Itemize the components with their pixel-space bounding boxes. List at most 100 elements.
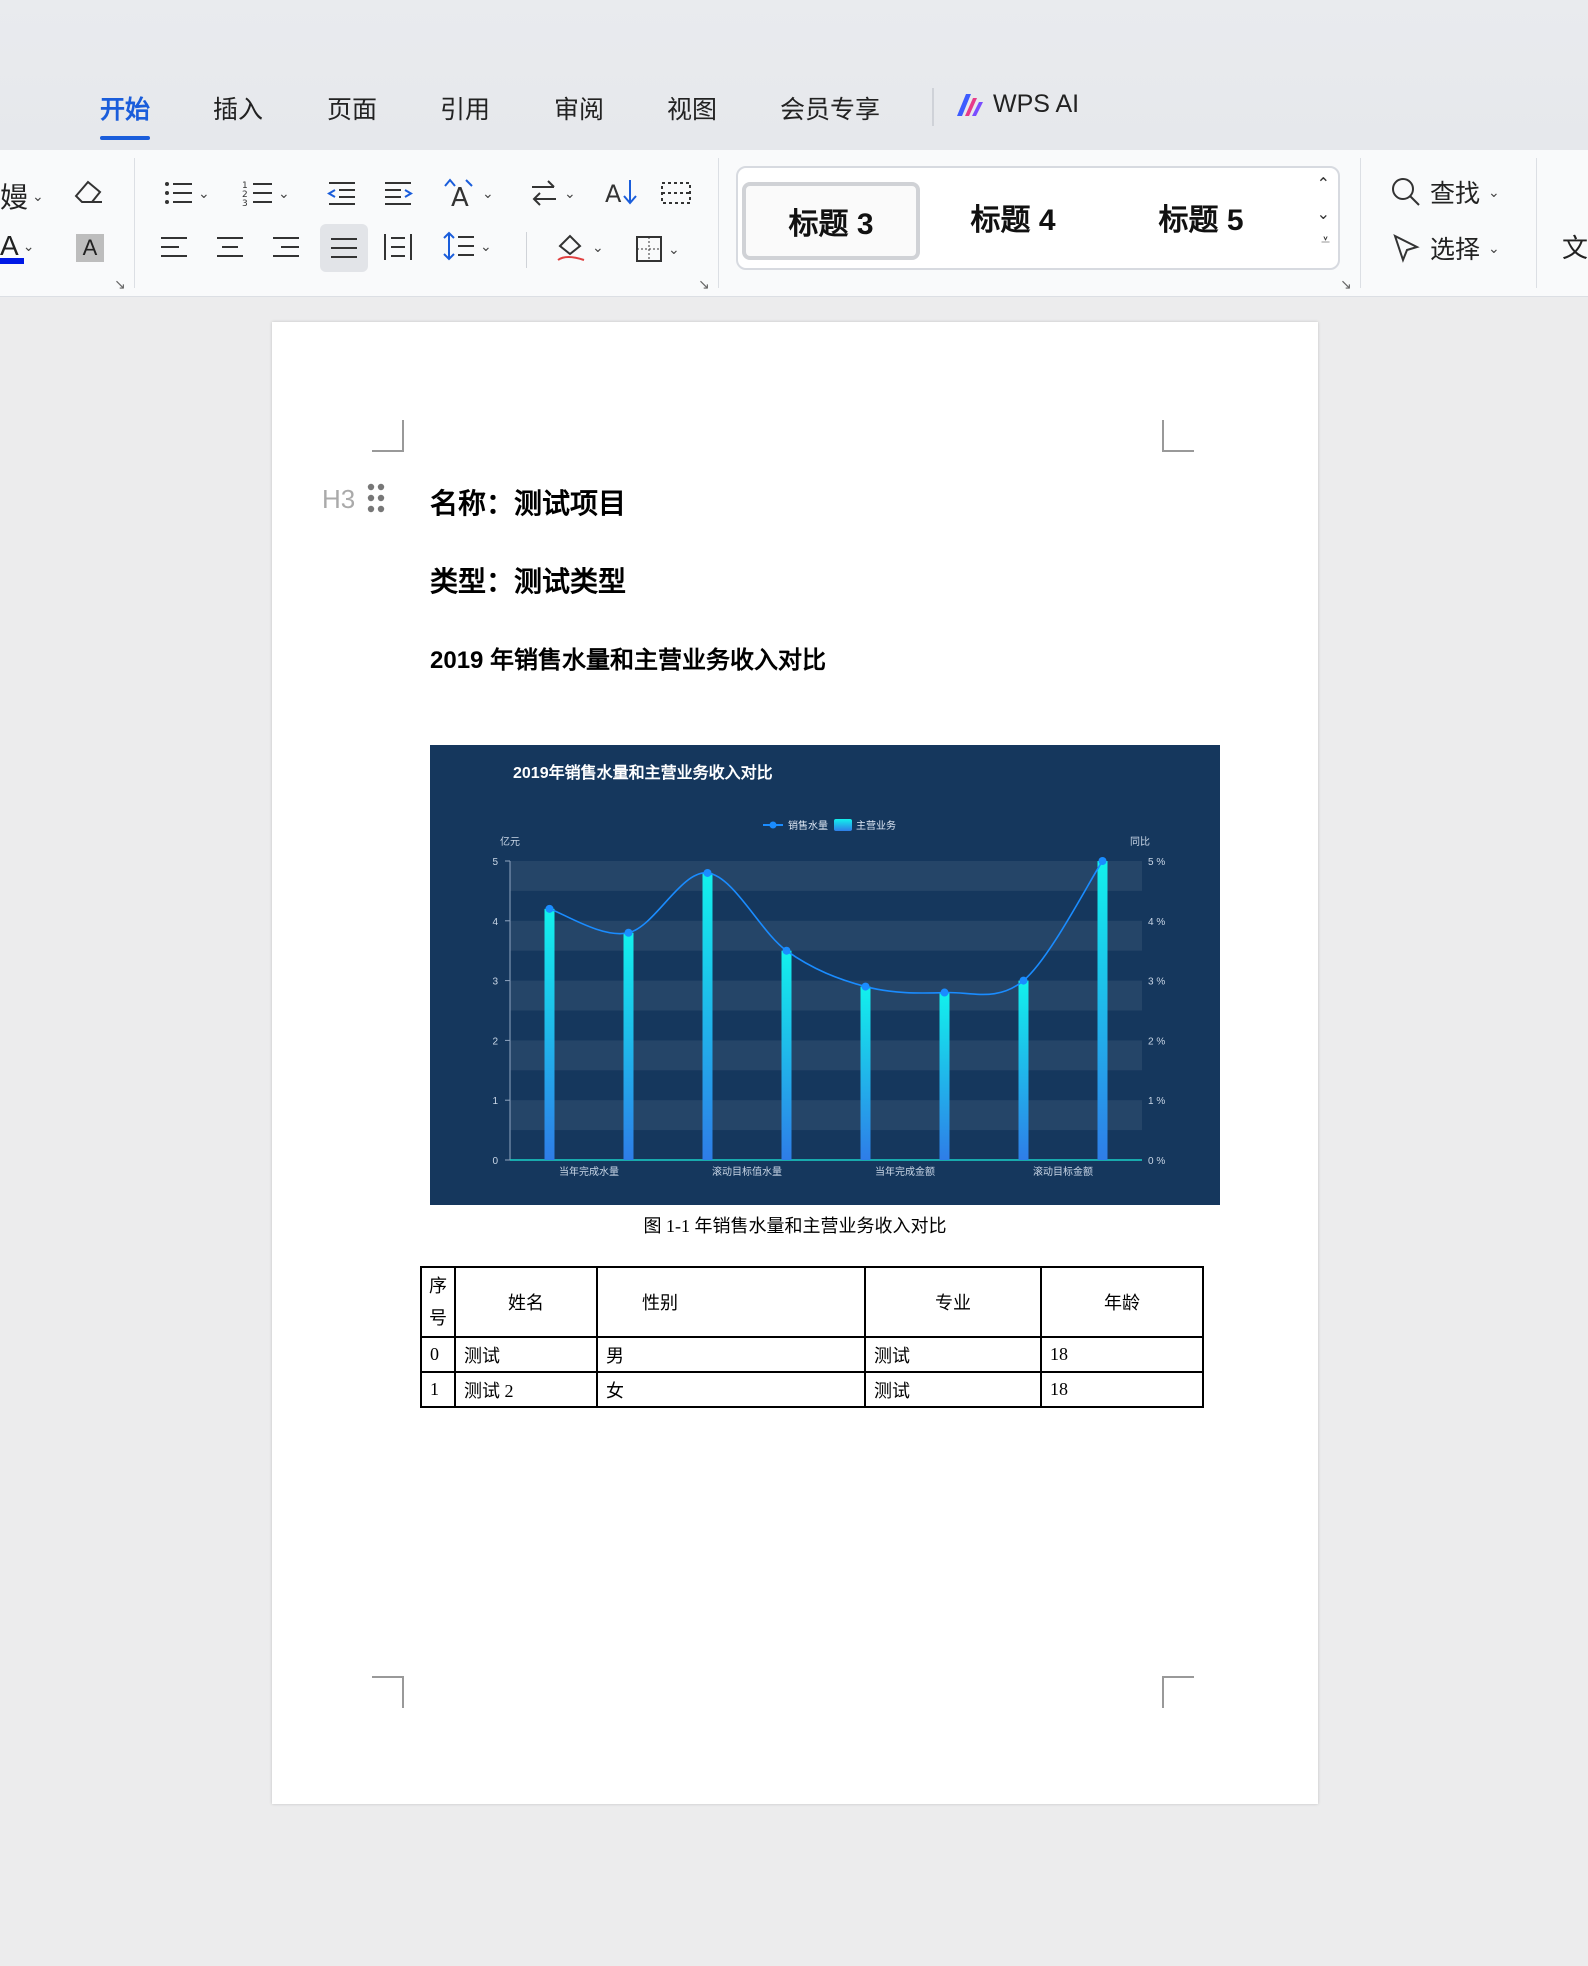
justify-button[interactable] — [320, 224, 368, 272]
table-cell: 男 — [596, 1336, 866, 1373]
chevron-down-icon: ⌄ — [592, 238, 604, 255]
grid-band — [510, 861, 1142, 891]
gallery-expand-icon[interactable]: ⩡ — [1321, 232, 1330, 250]
table-cell: 测试 — [864, 1336, 1042, 1373]
table-cell: 18 — [1040, 1371, 1204, 1408]
justify-icon — [331, 238, 357, 258]
tab-divider — [932, 88, 934, 126]
legend-bar-swatch — [834, 819, 852, 831]
y-left-tick-label: 2 — [492, 1036, 498, 1047]
chevron-down-icon: ⌄ — [564, 184, 576, 201]
grid-band — [510, 1011, 1142, 1041]
table-row: 1 测试 2 女 测试 18 — [420, 1371, 1204, 1408]
bar — [939, 992, 950, 1160]
chart-image[interactable]: 2019年销售水量和主营业务收入对比 销售水量 主营业务 亿元 同比 0 1 2 3 4 5 0 % 1… — [430, 745, 1220, 1205]
wps-ai-button[interactable]: WPS AI — [955, 90, 1079, 119]
bar — [623, 932, 634, 1160]
y-right-tick-label: 5 % — [1148, 857, 1165, 868]
y-left-tick-label: 4 — [492, 917, 498, 928]
chevron-down-icon: ⌄ — [278, 184, 290, 201]
table-cell: 测试 — [864, 1371, 1042, 1408]
select-button[interactable]: 选择 ⌄ — [1390, 230, 1500, 266]
tab-view[interactable]: 视图 — [667, 90, 717, 126]
distributed-icon — [384, 234, 412, 260]
heading-chart-title: 2019 年销售水量和主营业务收入对比 — [430, 647, 827, 674]
divider — [526, 232, 527, 268]
increase-indent-button[interactable] — [382, 178, 414, 208]
font-dialog-launcher[interactable]: ↘ — [114, 276, 126, 293]
tab-insert[interactable]: 插入 — [213, 90, 263, 126]
numbering-button[interactable]: 123 ⌄ — [242, 178, 290, 208]
sort-icon: A — [605, 180, 637, 208]
line-point — [782, 946, 791, 955]
chevron-down-icon: ⌄ — [480, 237, 492, 254]
numbered-list-icon: 123 — [242, 181, 272, 208]
bar — [1018, 980, 1029, 1160]
table-header-row: 序号 姓名 性别 专业 年龄 — [420, 1266, 1204, 1338]
paragraph-dialog-launcher[interactable]: ↘ — [698, 276, 710, 293]
sort-button[interactable]: A — [604, 176, 640, 208]
y-left-tick-label: 1 — [492, 1096, 498, 1107]
gallery-scroll-up-icon[interactable]: ⌃ — [1317, 174, 1330, 194]
style-heading-5[interactable]: 标题 5 — [1126, 182, 1276, 252]
align-center-button[interactable] — [214, 232, 246, 262]
bullets-button[interactable]: ⌄ — [162, 178, 210, 208]
border-icon — [636, 236, 662, 262]
shading-button[interactable]: ⌄ — [554, 230, 604, 264]
line-point — [940, 988, 949, 997]
bar — [1097, 861, 1108, 1160]
table-header-cell: 序号 — [420, 1266, 456, 1338]
font-color-swatch — [0, 258, 24, 264]
align-right-button[interactable] — [270, 232, 302, 262]
tab-member[interactable]: 会员专享 — [780, 90, 880, 126]
chart-caption: 图 1-1 年销售水量和主营业务收入对比 — [643, 1216, 947, 1236]
table-cell: 0 — [420, 1336, 456, 1373]
grid-band — [510, 891, 1142, 921]
y-right-tick-label: 4 % — [1148, 917, 1165, 928]
align-right-icon — [273, 237, 299, 257]
align-left-button[interactable] — [158, 232, 190, 262]
table-cell: 1 — [420, 1371, 456, 1408]
tab-page[interactable]: 页面 — [327, 90, 377, 126]
bulleted-list-icon — [165, 182, 192, 204]
y-right-tick-label: 3 % — [1148, 977, 1165, 988]
tab-home[interactable]: 开始 — [100, 90, 151, 140]
margin-corner-top-left — [372, 420, 404, 452]
decrease-indent-button[interactable] — [326, 178, 358, 208]
clear-format-button[interactable] — [72, 176, 106, 206]
chevron-down-icon: ⌄ — [1488, 183, 1500, 200]
line-spacing-icon — [443, 231, 474, 261]
line-point — [703, 868, 712, 877]
swap-icon — [532, 180, 556, 206]
char-shading-button[interactable]: A — [76, 234, 104, 262]
find-button[interactable]: 查找 ⌄ — [1390, 174, 1500, 210]
bar — [860, 986, 871, 1160]
line-spacing-button[interactable]: ⌄ — [442, 230, 492, 262]
border-button[interactable]: ⌄ — [634, 234, 680, 264]
grid-band — [510, 1070, 1142, 1100]
style-heading-3[interactable]: 标题 3 — [742, 182, 920, 260]
distributed-button[interactable] — [382, 232, 414, 262]
show-grid-button[interactable] — [660, 178, 692, 208]
bar — [781, 950, 792, 1160]
styles-dialog-launcher[interactable]: ↘ — [1340, 276, 1352, 293]
x-tick-label: 滚动目标金额 — [1033, 1165, 1093, 1178]
char-shading-icon: A — [76, 234, 104, 262]
tab-references[interactable]: 引用 — [440, 90, 490, 126]
text-direction-button[interactable]: A ⌄ — [442, 176, 494, 210]
phonetic-guide-button[interactable]: 嫚 ⌄ — [0, 176, 44, 216]
select-label: 选择 — [1430, 236, 1481, 264]
tab-review[interactable]: 审阅 — [554, 90, 604, 126]
style-heading-4[interactable]: 标题 4 — [938, 182, 1088, 252]
partial-ribbon-button[interactable]: 文 — [1562, 228, 1588, 265]
heading-name: 名称：测试项目 — [430, 488, 627, 519]
gallery-scroll-down-icon[interactable]: ⌄ — [1317, 204, 1330, 224]
chevron-down-icon: ⌄ — [22, 237, 35, 254]
svg-text:A: A — [451, 183, 469, 210]
heading-level-marker[interactable]: H3 — [322, 484, 355, 515]
drag-handle-icon[interactable] — [366, 482, 386, 514]
align-center-icon — [217, 237, 243, 257]
text-direction-icon: A — [444, 178, 473, 210]
swap-direction-button[interactable]: ⌄ — [528, 178, 576, 208]
grid-band — [510, 920, 1142, 951]
